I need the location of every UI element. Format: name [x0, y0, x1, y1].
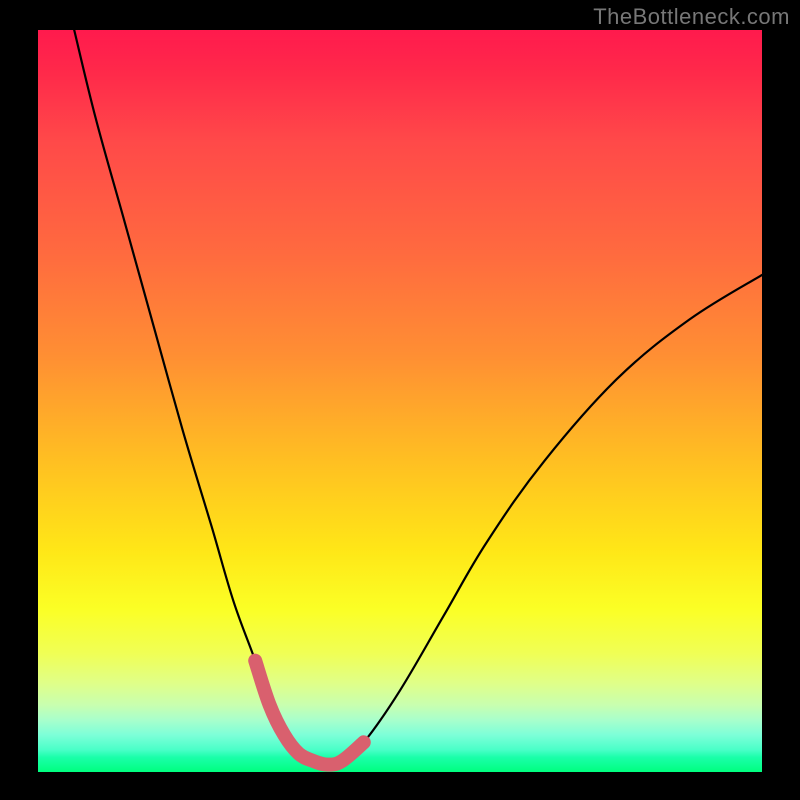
bottleneck-curve [74, 30, 762, 765]
chart-frame: TheBottleneck.com [0, 0, 800, 800]
plot-area [38, 30, 762, 772]
watermark-text: TheBottleneck.com [593, 4, 790, 30]
marker-region [255, 661, 364, 765]
chart-svg [38, 30, 762, 772]
